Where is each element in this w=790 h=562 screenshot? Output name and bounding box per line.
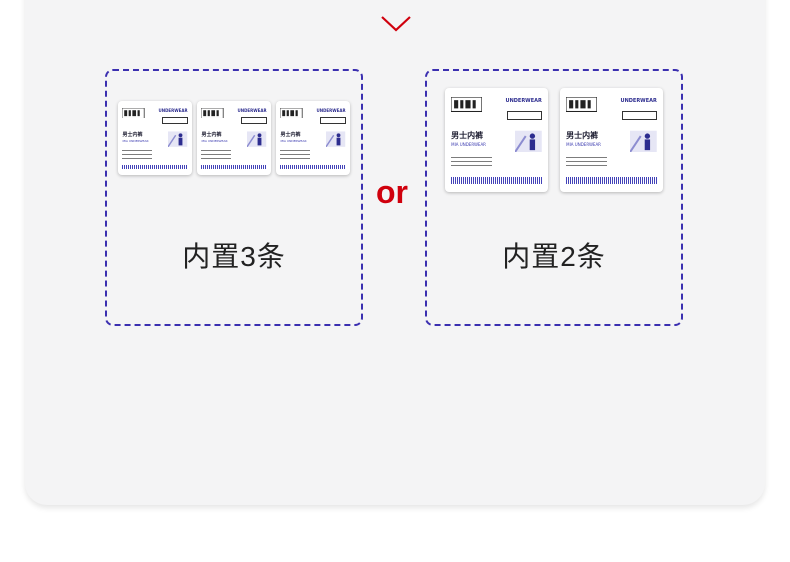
pack-brand-text: UNDERWEAR xyxy=(316,108,346,114)
pack-size-tag xyxy=(621,110,657,121)
pack-size-tag xyxy=(162,117,188,124)
figure-icon xyxy=(326,131,346,147)
pack-size-tag xyxy=(320,117,346,124)
pack-row: UNDERWEAR 男士内裤 MIA UNDERWEAR UNDERWEAR 男… xyxy=(427,88,681,192)
pack-product-name: 男士内裤 xyxy=(451,130,484,140)
pack-product-name: 男士内裤 xyxy=(122,131,143,138)
pack-sub-text: MIA UNDERWEAR xyxy=(451,142,486,148)
pack-product-name: 男士内裤 xyxy=(566,130,599,140)
pack-sub-text: MIA UNDERWEAR xyxy=(566,142,601,148)
figure-icon xyxy=(247,131,267,147)
option-label: 内置3条 xyxy=(182,241,286,272)
pack-brand-text: UNDERWEAR xyxy=(158,108,188,114)
chevron-down-icon[interactable] xyxy=(380,15,412,33)
brand-logo-icon xyxy=(280,107,303,119)
pack-image: UNDERWEAR 男士内裤 MIA UNDERWEAR xyxy=(118,101,192,175)
option-3-pack[interactable]: UNDERWEAR 男士内裤 MIA UNDERWEAR UNDERWEAR 男… xyxy=(105,69,363,326)
pack-text-lines xyxy=(201,149,232,159)
pack-sub-text: MIA UNDERWEAR xyxy=(201,139,228,144)
pack-image: UNDERWEAR 男士内裤 MIA UNDERWEAR xyxy=(197,101,271,175)
pack-image: UNDERWEAR 男士内裤 MIA UNDERWEAR xyxy=(445,88,548,192)
brand-logo-icon xyxy=(201,107,224,119)
pack-barcode-stripe xyxy=(201,164,267,170)
pack-sub-text: MIA UNDERWEAR xyxy=(280,139,307,144)
brand-logo-icon xyxy=(451,97,483,112)
option-2-pack[interactable]: UNDERWEAR 男士内裤 MIA UNDERWEAR UNDERWEAR 男… xyxy=(425,69,683,326)
pack-barcode-stripe xyxy=(451,177,542,184)
pack-brand-text: UNDERWEAR xyxy=(505,98,542,105)
pack-size-tag xyxy=(506,110,542,121)
figure-icon xyxy=(630,130,657,153)
pack-text-lines xyxy=(566,156,608,170)
brand-logo-icon xyxy=(566,97,598,112)
pack-text-lines xyxy=(122,149,153,159)
figure-icon xyxy=(168,131,188,147)
option-label: 内置2条 xyxy=(502,241,606,272)
pack-image: UNDERWEAR 男士内裤 MIA UNDERWEAR xyxy=(276,101,350,175)
pack-sub-text: MIA UNDERWEAR xyxy=(122,139,149,144)
brand-logo-icon xyxy=(122,107,145,119)
figure-icon xyxy=(515,130,542,153)
pack-brand-text: UNDERWEAR xyxy=(237,108,267,114)
pack-text-lines xyxy=(280,149,311,159)
pack-text-lines xyxy=(451,156,493,170)
pack-barcode-stripe xyxy=(566,177,657,184)
pack-barcode-stripe xyxy=(122,164,188,170)
pack-barcode-stripe xyxy=(280,164,346,170)
pack-product-name: 男士内裤 xyxy=(201,131,222,138)
pack-size-tag xyxy=(241,117,267,124)
pack-brand-text: UNDERWEAR xyxy=(620,98,657,105)
pack-product-name: 男士内裤 xyxy=(280,131,301,138)
or-divider: or xyxy=(376,174,408,210)
pack-row: UNDERWEAR 男士内裤 MIA UNDERWEAR UNDERWEAR 男… xyxy=(107,101,361,175)
pack-image: UNDERWEAR 男士内裤 MIA UNDERWEAR xyxy=(560,88,663,192)
